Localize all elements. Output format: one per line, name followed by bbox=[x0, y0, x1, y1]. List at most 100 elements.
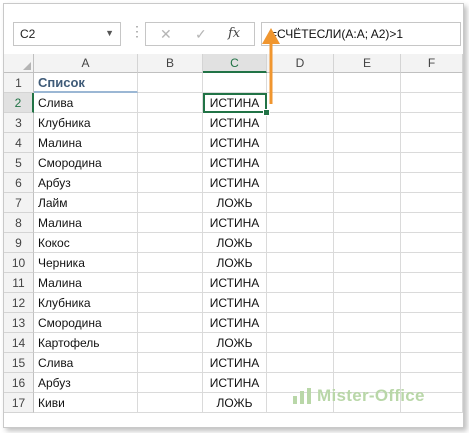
cell-a17[interactable]: Киви bbox=[34, 393, 138, 413]
cell-e9[interactable] bbox=[334, 233, 401, 253]
cell-c17[interactable]: ЛОЖЬ bbox=[203, 393, 267, 413]
row-header[interactable]: 11 bbox=[4, 273, 34, 293]
cell-f8[interactable] bbox=[401, 213, 463, 233]
cell-c4[interactable]: ИСТИНА bbox=[203, 133, 267, 153]
column-header-b[interactable]: B bbox=[138, 54, 203, 73]
row-header[interactable]: 8 bbox=[4, 213, 34, 233]
cell-f11[interactable] bbox=[401, 273, 463, 293]
cell-a8[interactable]: Малина bbox=[34, 213, 138, 233]
cell-e13[interactable] bbox=[334, 313, 401, 333]
cell-d3[interactable] bbox=[267, 113, 334, 133]
cell-f1[interactable] bbox=[401, 73, 463, 93]
cell-f7[interactable] bbox=[401, 193, 463, 213]
cell-c3[interactable]: ИСТИНА bbox=[203, 113, 267, 133]
cell-d11[interactable] bbox=[267, 273, 334, 293]
cell-b5[interactable] bbox=[138, 153, 203, 173]
cell-a4[interactable]: Малина bbox=[34, 133, 138, 153]
row-header[interactable]: 6 bbox=[4, 173, 34, 193]
cell-b1[interactable] bbox=[138, 73, 203, 93]
cell-c2[interactable]: ИСТИНА bbox=[203, 93, 267, 113]
cell-c1[interactable] bbox=[203, 73, 267, 93]
cell-f14[interactable] bbox=[401, 333, 463, 353]
cell-e8[interactable] bbox=[334, 213, 401, 233]
cell-c7[interactable]: ЛОЖЬ bbox=[203, 193, 267, 213]
cell-c8[interactable]: ИСТИНА bbox=[203, 213, 267, 233]
cell-f2[interactable] bbox=[401, 93, 463, 113]
column-header-c[interactable]: C bbox=[203, 54, 267, 73]
cell-e10[interactable] bbox=[334, 253, 401, 273]
cell-c10[interactable]: ЛОЖЬ bbox=[203, 253, 267, 273]
cell-f6[interactable] bbox=[401, 173, 463, 193]
cell-a2[interactable]: Слива bbox=[34, 93, 138, 113]
cell-a13[interactable]: Смородина bbox=[34, 313, 138, 333]
row-header[interactable]: 2 bbox=[4, 93, 34, 113]
cell-b9[interactable] bbox=[138, 233, 203, 253]
cell-b3[interactable] bbox=[138, 113, 203, 133]
cell-e2[interactable] bbox=[334, 93, 401, 113]
cell-c9[interactable]: ЛОЖЬ bbox=[203, 233, 267, 253]
cell-f9[interactable] bbox=[401, 233, 463, 253]
cell-b4[interactable] bbox=[138, 133, 203, 153]
cell-e11[interactable] bbox=[334, 273, 401, 293]
row-header[interactable]: 5 bbox=[4, 153, 34, 173]
cell-d15[interactable] bbox=[267, 353, 334, 373]
cell-e14[interactable] bbox=[334, 333, 401, 353]
cell-b12[interactable] bbox=[138, 293, 203, 313]
row-header[interactable]: 9 bbox=[4, 233, 34, 253]
cell-d4[interactable] bbox=[267, 133, 334, 153]
row-header[interactable]: 7 bbox=[4, 193, 34, 213]
function-icon[interactable]: fx bbox=[228, 26, 240, 41]
cell-d9[interactable] bbox=[267, 233, 334, 253]
cell-d13[interactable] bbox=[267, 313, 334, 333]
cell-a10[interactable]: Черника bbox=[34, 253, 138, 273]
cell-b10[interactable] bbox=[138, 253, 203, 273]
cell-a9[interactable]: Кокос bbox=[34, 233, 138, 253]
cell-a6[interactable]: Арбуз bbox=[34, 173, 138, 193]
cell-b13[interactable] bbox=[138, 313, 203, 333]
column-header-e[interactable]: E bbox=[334, 54, 401, 73]
cell-b14[interactable] bbox=[138, 333, 203, 353]
cell-c14[interactable]: ЛОЖЬ bbox=[203, 333, 267, 353]
cell-c13[interactable]: ИСТИНА bbox=[203, 313, 267, 333]
cell-f12[interactable] bbox=[401, 293, 463, 313]
row-header[interactable]: 4 bbox=[4, 133, 34, 153]
cell-b17[interactable] bbox=[138, 393, 203, 413]
cell-a7[interactable]: Лайм bbox=[34, 193, 138, 213]
row-header[interactable]: 12 bbox=[4, 293, 34, 313]
drag-handle-icon[interactable]: ⋮ bbox=[130, 23, 144, 40]
name-box[interactable]: C2 ▼ bbox=[13, 22, 121, 46]
cell-f5[interactable] bbox=[401, 153, 463, 173]
cell-a14[interactable]: Картофель bbox=[34, 333, 138, 353]
cell-c16[interactable]: ИСТИНА bbox=[203, 373, 267, 393]
row-header[interactable]: 15 bbox=[4, 353, 34, 373]
cell-d8[interactable] bbox=[267, 213, 334, 233]
row-header[interactable]: 16 bbox=[4, 373, 34, 393]
cell-b15[interactable] bbox=[138, 353, 203, 373]
column-header-f[interactable]: F bbox=[401, 54, 463, 73]
cell-e12[interactable] bbox=[334, 293, 401, 313]
cell-c5[interactable]: ИСТИНА bbox=[203, 153, 267, 173]
row-header[interactable]: 10 bbox=[4, 253, 34, 273]
cell-e15[interactable] bbox=[334, 353, 401, 373]
cell-b8[interactable] bbox=[138, 213, 203, 233]
row-header[interactable]: 13 bbox=[4, 313, 34, 333]
cell-a3[interactable]: Клубника bbox=[34, 113, 138, 133]
cell-b16[interactable] bbox=[138, 373, 203, 393]
cell-f10[interactable] bbox=[401, 253, 463, 273]
cell-a15[interactable]: Слива bbox=[34, 353, 138, 373]
cell-a5[interactable]: Смородина bbox=[34, 153, 138, 173]
cell-e7[interactable] bbox=[334, 193, 401, 213]
cell-d6[interactable] bbox=[267, 173, 334, 193]
cell-d5[interactable] bbox=[267, 153, 334, 173]
cell-b11[interactable] bbox=[138, 273, 203, 293]
cell-e4[interactable] bbox=[334, 133, 401, 153]
cell-c15[interactable]: ИСТИНА bbox=[203, 353, 267, 373]
cell-b2[interactable] bbox=[138, 93, 203, 113]
cell-a1[interactable]: Список bbox=[34, 73, 138, 93]
formula-input[interactable]: =СЧЁТЕСЛИ(A:A; A2)>1 bbox=[261, 22, 461, 46]
row-header[interactable]: 17 bbox=[4, 393, 34, 413]
cell-f3[interactable] bbox=[401, 113, 463, 133]
column-header-a[interactable]: A bbox=[34, 54, 138, 73]
check-icon[interactable]: ✓ bbox=[195, 26, 207, 43]
cell-e5[interactable] bbox=[334, 153, 401, 173]
